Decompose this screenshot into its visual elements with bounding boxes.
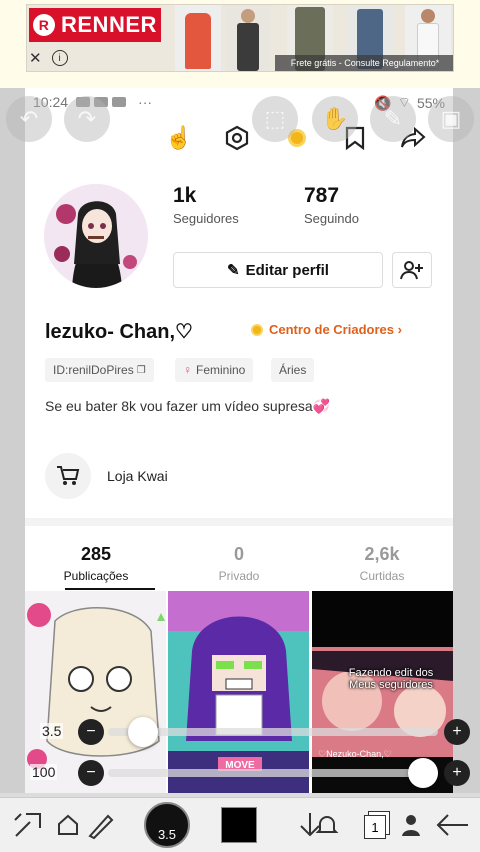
bell-icon[interactable] xyxy=(310,806,344,844)
followers-stat[interactable]: 1k Seguidores xyxy=(173,184,239,226)
size-increase-button[interactable]: + xyxy=(444,719,470,745)
zodiac-text: Áries xyxy=(279,363,307,377)
opacity-slider[interactable] xyxy=(108,769,438,777)
edit-profile-button[interactable]: ✎ Editar perfil xyxy=(173,252,383,288)
username: lezuko- Chan,♡ xyxy=(45,321,193,343)
gender-tag: ♀ Feminino xyxy=(175,358,254,382)
selection-button[interactable]: ⬚ xyxy=(252,96,298,142)
brush-tool-icon[interactable] xyxy=(80,806,120,844)
ad-brand-text: RENNER xyxy=(61,12,157,37)
gallery-button[interactable]: ▣ xyxy=(428,96,474,142)
ad-footer-text: Frete grátis - Consulte Regulamento* xyxy=(275,55,453,71)
tab-label: Privado xyxy=(218,569,260,583)
tab-count: 0 xyxy=(233,544,244,564)
user-id-text: ID:renilDoPires xyxy=(53,363,134,377)
thumbnail-caption: Fazendo edit dos Meus seguidores xyxy=(348,667,434,691)
following-count: 787 xyxy=(304,184,340,207)
close-icon[interactable]: ✕ xyxy=(29,49,42,67)
layers-button[interactable]: 1 xyxy=(360,806,394,844)
opacity-increase-button[interactable]: + xyxy=(444,760,470,786)
profile-screen: 10:24 ··· 🔇 ⌔ 55% ☝ 1k Seguidores 787 Se… xyxy=(25,88,453,793)
drawing-toolbar: 3.5 1 xyxy=(0,797,480,852)
hand-tool-button[interactable]: ✋ xyxy=(312,96,358,142)
following-stat[interactable]: 787 Seguindo xyxy=(304,184,359,226)
tab-count: 285 xyxy=(80,544,112,564)
cart-icon xyxy=(45,453,91,499)
thumbnail-author: ♡Nezuko-Chan,♡ xyxy=(318,749,392,759)
avatar[interactable] xyxy=(44,184,148,288)
size-decrease-button[interactable]: − xyxy=(78,719,104,745)
creators-center-link[interactable]: Centro de Criadores › xyxy=(251,322,402,337)
transform-tool-icon[interactable] xyxy=(8,806,48,844)
ad-product-image[interactable] xyxy=(225,5,271,71)
ruler-button[interactable]: ✎ xyxy=(370,96,416,142)
section-divider xyxy=(25,518,453,526)
shop-label: Loja Kwai xyxy=(107,468,168,484)
shop-entry[interactable]: Loja Kwai xyxy=(45,452,168,500)
add-user-icon xyxy=(400,261,423,280)
gender-text: Feminino xyxy=(196,363,246,377)
opacity-value: 100 xyxy=(30,764,58,780)
ad-frame[interactable]: R RENNER ✕ i Frete grátis - Consulte Reg… xyxy=(26,4,454,72)
color-swatch[interactable] xyxy=(218,806,260,844)
add-friend-button[interactable] xyxy=(392,252,432,288)
right-margin xyxy=(453,88,480,793)
tab-private[interactable]: 0 Privado xyxy=(184,544,294,583)
tab-count: 2,6k xyxy=(364,544,400,564)
layer-count: 1 xyxy=(364,815,386,839)
pencil-icon: ✎ xyxy=(227,262,240,279)
creators-center-label: Centro de Criadores › xyxy=(269,322,402,337)
video-thumbnail[interactable]: MOVE xyxy=(168,591,309,793)
screen: R RENNER ✕ i Frete grátis - Consulte Reg… xyxy=(0,0,480,852)
tab-publications[interactable]: 285 Publicações xyxy=(41,544,151,583)
ad-brand-logo[interactable]: R RENNER xyxy=(29,8,161,42)
ad-product-image[interactable] xyxy=(175,5,221,71)
opacity-decrease-button[interactable]: − xyxy=(78,760,104,786)
brush-size-value: 3.5 xyxy=(40,723,64,739)
followers-label: Seguidores xyxy=(173,211,239,226)
size-slider-knob[interactable] xyxy=(128,717,158,747)
renner-logo-icon: R xyxy=(33,14,55,36)
gallery-icon xyxy=(112,97,127,107)
ad-banner[interactable]: R RENNER ✕ i Frete grátis - Consulte Reg… xyxy=(0,0,480,88)
brush-size-button[interactable]: 3.5 xyxy=(142,802,192,848)
edit-profile-label: Editar perfil xyxy=(245,261,329,279)
tab-label: Curtidas xyxy=(359,569,405,583)
bio-text: Se eu bater 8k vou fazer um vídeo supres… xyxy=(45,398,331,414)
tab-label: Publicações xyxy=(63,569,129,583)
more-notifications-icon: ··· xyxy=(138,94,153,110)
user-id-tag[interactable]: ID:renilDoPires ❐ xyxy=(45,358,154,382)
settings-icon[interactable] xyxy=(221,122,253,154)
followers-count: 1k xyxy=(173,184,197,207)
back-arrow-icon[interactable] xyxy=(430,806,474,844)
undo-button[interactable]: ↶ xyxy=(6,96,52,142)
opacity-slider-knob[interactable] xyxy=(408,758,438,788)
redo-button[interactable]: ↷ xyxy=(64,96,110,142)
following-label: Seguindo xyxy=(304,211,359,226)
active-tab-indicator xyxy=(65,588,155,590)
copy-icon[interactable]: ❐ xyxy=(137,365,146,376)
zodiac-tag: Áries xyxy=(271,358,315,382)
tab-likes[interactable]: 2,6k Curtidas xyxy=(327,544,437,583)
info-icon[interactable]: i xyxy=(51,50,68,66)
hand-pointer-icon[interactable]: ☝ xyxy=(163,122,195,154)
user-icon[interactable] xyxy=(396,806,426,844)
creator-badge-icon xyxy=(251,323,263,336)
female-icon: ♀ xyxy=(183,363,192,377)
brush-size-badge: 3.5 xyxy=(157,826,177,842)
left-margin xyxy=(0,88,25,793)
